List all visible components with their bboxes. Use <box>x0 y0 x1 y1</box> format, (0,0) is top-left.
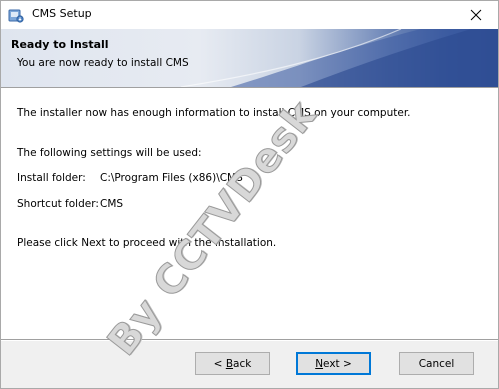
next-button-label: ext > <box>323 357 352 370</box>
install-folder-label: Install folder: <box>17 172 86 184</box>
shortcut-folder-label: Shortcut folder: <box>17 198 99 210</box>
shortcut-folder-value: CMS <box>100 198 124 210</box>
window-title: CMS Setup <box>32 7 92 20</box>
installer-icon <box>8 7 24 23</box>
setup-window: CMS Setup Ready to Install You are now r… <box>0 0 499 389</box>
back-button-prefix: < <box>213 357 226 370</box>
footer-divider <box>1 339 498 341</box>
instruction-text: Please click Next to proceed with the in… <box>17 237 277 249</box>
back-button-label: ack <box>233 357 252 370</box>
back-button[interactable]: < Back <box>195 352 270 375</box>
next-button-accel: N <box>315 357 324 370</box>
back-button-accel: B <box>225 357 234 370</box>
cancel-button[interactable]: Cancel <box>399 352 474 375</box>
settings-heading: The following settings will be used: <box>17 147 202 159</box>
intro-text: The installer now has enough information… <box>17 107 411 119</box>
banner-subtitle: You are now ready to install CMS <box>17 57 189 69</box>
title-bar[interactable]: CMS Setup <box>1 1 498 29</box>
header-banner: Ready to Install You are now ready to in… <box>1 29 498 87</box>
next-button[interactable]: Next > <box>296 352 371 375</box>
banner-title: Ready to Install <box>11 38 109 51</box>
close-icon[interactable] <box>454 1 498 29</box>
